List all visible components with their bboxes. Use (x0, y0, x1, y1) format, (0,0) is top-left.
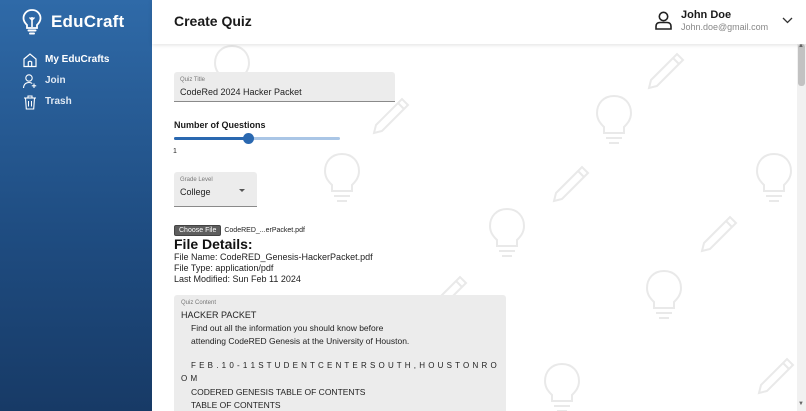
top-header: Create Quiz John Doe John.doe@gmail.com (152, 0, 806, 44)
file-details-name: File Name: CodeRED_Genesis-HackerPacket.… (174, 252, 373, 262)
file-details-modified: Last Modified: Sun Feb 11 2024 (174, 274, 301, 284)
trash-icon (24, 94, 36, 110)
quiz-title-label: Quiz Title (180, 77, 206, 83)
sidebar-item-join[interactable]: Join (22, 70, 109, 91)
sidebar-item-label: Join (45, 75, 66, 86)
main-content: Quiz Title CodeRed 2024 Hacker Packet Nu… (152, 44, 797, 411)
sidebar-item-trash[interactable]: Trash (22, 91, 109, 112)
content-line: TABLE OF CONTENTS (191, 400, 281, 410)
grade-level-select[interactable]: Grade Level College (174, 172, 257, 207)
choose-file-button[interactable]: Choose File (174, 225, 222, 236)
questions-label: Number of Questions (174, 120, 266, 130)
quiz-title-field[interactable]: Quiz Title CodeRed 2024 Hacker Packet (174, 72, 395, 102)
sidebar-item-label: My EduCrafts (45, 54, 110, 65)
grade-level-label: Grade Level (180, 177, 213, 183)
quiz-content-textarea[interactable]: Quiz Content HACKER PACKET Find out all … (174, 295, 506, 411)
content-line: O M (181, 374, 198, 383)
sidebar-item-my-educrafts[interactable]: My EduCrafts (22, 49, 109, 70)
content-line: Find out all the information you should … (191, 323, 384, 333)
page-title: Create Quiz (174, 13, 252, 29)
file-chooser: Choose File CodeRED_...erPacket.pdf (174, 225, 305, 236)
user-menu[interactable]: John Doe John.doe@gmail.com (655, 9, 769, 32)
content-line: attending CodeRED Genesis at the Univers… (191, 336, 410, 346)
dropdown-arrow-icon (239, 189, 245, 192)
content-line: HACKER PACKET (181, 310, 257, 320)
quiz-title-input[interactable]: CodeRed 2024 Hacker Packet (180, 87, 302, 97)
home-icon (23, 52, 37, 67)
grade-level-value: College (180, 187, 211, 197)
sidebar: EduCraft My EduCrafts Join Trash (0, 0, 152, 411)
user-add-icon (22, 73, 37, 88)
questions-slider-track (174, 137, 249, 140)
scrollbar-thumb[interactable] (798, 44, 805, 86)
file-details-title: File Details: (174, 236, 253, 252)
chosen-file-name: CodeRED_...erPacket.pdf (224, 227, 305, 234)
sidebar-item-label: Trash (45, 96, 72, 107)
user-icon (655, 11, 672, 31)
content-line: F E B . 1 0 - 1 1 S T U D E N T C E N T … (191, 361, 498, 370)
scroll-down-arrow-icon[interactable]: ▼ (798, 401, 804, 407)
questions-value: 1 (173, 148, 177, 155)
file-details-type: File Type: application/pdf (174, 263, 274, 273)
content-line: CODERED GENESIS TABLE OF CONTENTS (191, 387, 366, 397)
brand[interactable]: EduCraft (22, 9, 124, 35)
brand-name: EduCraft (51, 12, 125, 31)
sidebar-nav: My EduCrafts Join Trash (22, 49, 109, 112)
lightbulb-icon (22, 9, 42, 35)
user-email: John.doe@gmail.com (681, 21, 769, 32)
user-info: John Doe John.doe@gmail.com (681, 9, 769, 32)
user-name: John Doe (681, 9, 732, 21)
quiz-content-label: Quiz Content (181, 300, 217, 306)
page-scrollbar[interactable]: ▲ ▼ (797, 43, 806, 411)
chevron-down-icon[interactable] (782, 17, 793, 24)
